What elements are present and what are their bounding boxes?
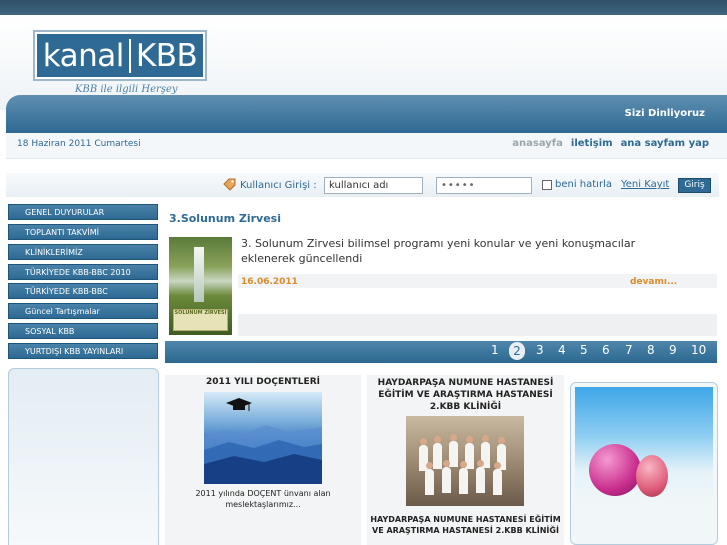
logo-right-text: KBB [135, 37, 198, 74]
link-iletisim[interactable]: iletişim [571, 138, 613, 149]
person-head [494, 462, 501, 469]
page-link-4[interactable]: 4 [558, 343, 566, 357]
person [433, 443, 442, 469]
menu-item-genel-duyurular[interactable]: GENEL DUYURULAR [8, 204, 158, 220]
haydarpasa-text: HAYDARPAŞA NUMUNE HASTANESİ EĞİTİM VE AR… [370, 515, 561, 535]
person-head [426, 462, 433, 469]
news-footer-stripe [238, 314, 717, 336]
page-link-7[interactable]: 7 [625, 343, 633, 357]
read-more-link[interactable]: devamı... [630, 277, 677, 287]
page-link-1[interactable]: 1 [491, 343, 499, 357]
page-link-2-active[interactable]: 2 [509, 342, 525, 360]
tagline: KBB ile ilgili Herşey [75, 84, 178, 95]
pagination-bar [165, 341, 717, 363]
page-link-5[interactable]: 5 [580, 343, 588, 357]
news-date: 16.06.2011 [241, 277, 298, 287]
logo-divider [128, 38, 131, 73]
person-head [482, 435, 489, 442]
news-title[interactable]: 3.Solunum Zirvesi [169, 212, 281, 225]
person [449, 441, 458, 467]
menu-item-yurtdisi-kbb-yayinlari[interactable]: YURTDIŞI KBB YAYINLARI [8, 343, 158, 359]
person-head [477, 460, 484, 467]
remember-me-checkbox[interactable] [542, 180, 552, 190]
logo-left-text: kanal [42, 37, 125, 74]
person [425, 469, 434, 495]
remember-me-label: beni hatırla [555, 179, 612, 190]
login-label: Kullanıcı Girişi : [240, 180, 317, 191]
news-image-caption: SOLUNUM ZİRVESİ [173, 309, 228, 331]
link-ana-sayfam-yap[interactable]: ana sayfam yap [621, 138, 709, 149]
page-link-10[interactable]: 10 [691, 343, 706, 357]
left-panel [8, 368, 159, 545]
page-link-3[interactable]: 3 [536, 343, 544, 357]
nav-band [6, 95, 727, 133]
docentler-text: 2011 yılında DOÇENT ünvanı alan meslekta… [195, 489, 331, 509]
person-head [434, 436, 441, 443]
menu-item-turkiyede-kbb-bbc[interactable]: TÜRKİYEDE KBB-BBC [8, 283, 158, 299]
news-summary: 3. Solunum Zirvesi bilimsel programı yen… [241, 237, 636, 265]
page-link-9[interactable]: 9 [669, 343, 677, 357]
page-link-6[interactable]: 6 [602, 343, 610, 357]
menu-item-sosyal-kbb[interactable]: SOSYAL KBB [8, 323, 158, 339]
site-logo[interactable]: kanal KBB [33, 30, 207, 81]
menu-item-kliniklerimiz[interactable]: KLİNİKLERİMİZ [8, 244, 158, 260]
current-date: 18 Haziran 2011 Cumartesi [17, 139, 141, 149]
person-head [443, 460, 450, 467]
person [459, 468, 468, 494]
balloon-pink [636, 455, 668, 497]
register-link[interactable]: Yeni Kayıt [621, 179, 669, 190]
menu-item-toplanti-takvimi[interactable]: TOPLANTI TAKVİMİ [8, 224, 158, 240]
person-head [460, 461, 467, 468]
username-input[interactable] [324, 177, 423, 194]
top-bar [0, 0, 727, 15]
person-head [450, 434, 457, 441]
waterfall-shape [194, 247, 204, 302]
person [476, 467, 485, 493]
person [493, 469, 502, 495]
person [442, 467, 451, 493]
person-head [498, 437, 505, 444]
user-tag-icon [223, 178, 236, 191]
docentler-image[interactable] [204, 392, 322, 484]
password-input[interactable] [436, 177, 532, 194]
haydarpasa-photo[interactable] [406, 416, 524, 506]
slogan: Sizi Dinliyoruz [624, 108, 705, 119]
docentler-title[interactable]: 2011 YILI DOÇENTLERİ [165, 377, 361, 387]
person-head [466, 436, 473, 443]
menu-item-guncel-tartismalar[interactable]: Güncel Tartışmalar [8, 303, 158, 319]
top-links: anasayfa iletişim ana sayfam yap [504, 138, 709, 149]
login-button[interactable]: Giriş [678, 178, 711, 193]
balloon-purple [589, 444, 641, 496]
person-head [420, 438, 427, 445]
haydarpasa-title[interactable]: HAYDARPAŞA NUMUNE HASTANESİ EĞİTİM VE AR… [369, 377, 562, 413]
link-anasayfa[interactable]: anasayfa [512, 138, 563, 149]
mountains-graphic [204, 425, 322, 484]
graduation-cap-icon [226, 398, 252, 411]
news-image[interactable]: SOLUNUM ZİRVESİ [169, 237, 232, 335]
menu-item-turkiyede-kbb-bbc-2010[interactable]: TÜRKİYEDE KBB-BBC 2010 [8, 264, 158, 280]
page-link-8[interactable]: 8 [647, 343, 655, 357]
